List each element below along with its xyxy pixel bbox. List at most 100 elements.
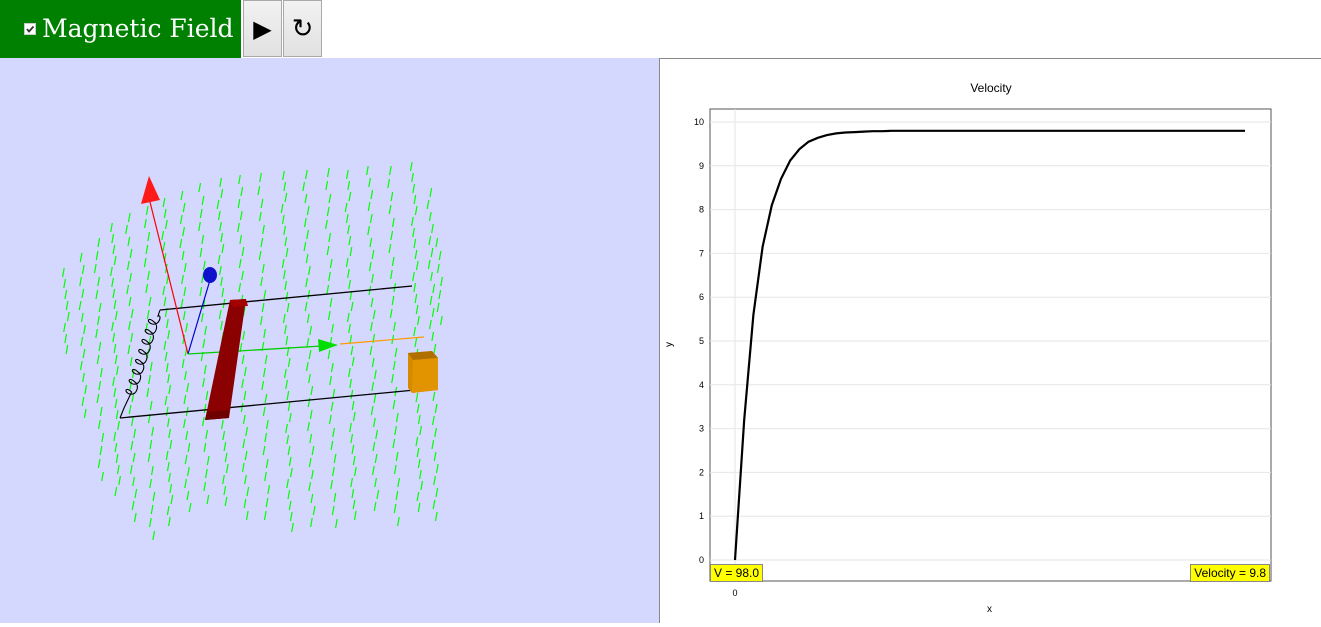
field-vector bbox=[310, 517, 313, 528]
field-vector bbox=[375, 429, 378, 440]
scene-3d-view[interactable] bbox=[0, 58, 659, 623]
field-vector bbox=[187, 466, 190, 477]
current-arrow-cone-icon bbox=[203, 267, 217, 283]
field-vector bbox=[112, 244, 116, 255]
field-vector bbox=[371, 273, 374, 284]
field-vector bbox=[165, 362, 169, 373]
field-vector bbox=[206, 494, 210, 505]
field-vector bbox=[224, 452, 228, 463]
field-vector bbox=[167, 373, 170, 384]
y-tick-label-9: 9 bbox=[699, 161, 704, 171]
field-vector bbox=[335, 518, 338, 529]
field-vector bbox=[81, 288, 85, 299]
field-vector bbox=[347, 180, 351, 191]
field-vector bbox=[146, 387, 150, 398]
field-vector bbox=[168, 384, 172, 395]
field-vector bbox=[134, 488, 138, 499]
field-vector bbox=[166, 505, 170, 516]
y-tick-label-1: 1 bbox=[699, 511, 704, 521]
field-vector bbox=[114, 486, 118, 497]
field-vector bbox=[101, 471, 104, 482]
play-button[interactable]: ▶ bbox=[243, 0, 282, 57]
field-vector bbox=[431, 307, 435, 318]
field-vector bbox=[303, 241, 307, 252]
field-vector bbox=[83, 408, 87, 419]
field-vector bbox=[263, 289, 267, 300]
field-vector bbox=[95, 250, 99, 261]
field-vector bbox=[113, 343, 117, 354]
field-vector bbox=[237, 222, 240, 233]
field-vector bbox=[241, 354, 245, 365]
field-vector bbox=[419, 469, 422, 480]
field-vector bbox=[432, 283, 436, 294]
field-vector bbox=[397, 477, 400, 488]
field-vector bbox=[435, 487, 439, 498]
field-vector bbox=[414, 293, 418, 304]
field-vector bbox=[240, 186, 244, 197]
field-vector bbox=[351, 444, 355, 455]
field-vector bbox=[415, 260, 419, 271]
field-vector bbox=[436, 263, 440, 274]
field-vector bbox=[373, 417, 376, 428]
field-vector bbox=[127, 344, 131, 355]
field-vector bbox=[149, 361, 153, 372]
field-vector bbox=[281, 214, 285, 225]
field-vector bbox=[97, 237, 101, 248]
field-vector bbox=[240, 402, 244, 413]
field-vector bbox=[282, 313, 286, 324]
field-vector bbox=[304, 193, 308, 204]
velocity-vector-line bbox=[187, 345, 323, 355]
magnetic-field-vectors bbox=[62, 161, 443, 541]
field-vector bbox=[203, 403, 207, 414]
field-vector bbox=[169, 483, 173, 494]
field-vector bbox=[180, 298, 184, 309]
scene-canvas[interactable] bbox=[0, 58, 659, 623]
field-vector bbox=[181, 274, 184, 285]
field-vector bbox=[168, 428, 171, 439]
field-vector bbox=[431, 223, 434, 234]
field-vector bbox=[328, 414, 332, 425]
magnetic-field-toggle[interactable]: Magnetic Field bbox=[0, 0, 241, 58]
field-vector bbox=[350, 477, 353, 488]
field-vector bbox=[305, 277, 308, 288]
field-vector bbox=[95, 289, 99, 300]
field-vector bbox=[114, 310, 118, 321]
field-vector bbox=[306, 229, 309, 240]
field-vector bbox=[258, 250, 262, 261]
field-vector bbox=[245, 510, 249, 521]
field-vector bbox=[353, 510, 357, 521]
field-vector bbox=[372, 309, 376, 320]
field-vector bbox=[241, 462, 245, 473]
field-vector bbox=[306, 313, 310, 324]
field-vector bbox=[327, 310, 331, 321]
field-vector bbox=[205, 468, 208, 479]
field-vector bbox=[223, 441, 227, 452]
field-vector bbox=[83, 324, 86, 335]
field-vector bbox=[305, 253, 309, 264]
field-vector bbox=[434, 403, 438, 414]
field-vector bbox=[244, 366, 247, 377]
field-vector bbox=[238, 174, 241, 185]
field-vector bbox=[239, 234, 243, 245]
field-vector bbox=[307, 289, 311, 300]
field-vector bbox=[165, 219, 168, 230]
field-vector bbox=[202, 260, 206, 271]
field-vector bbox=[147, 231, 151, 242]
field-vector bbox=[242, 414, 246, 425]
reset-button[interactable]: ↻ bbox=[283, 0, 322, 57]
velocity-plot[interactable]: 0 1 2 3 4 5 6 7 8 9 10 0 bbox=[660, 59, 1320, 623]
magnetic-field-checkbox[interactable] bbox=[24, 23, 36, 35]
field-vector bbox=[167, 329, 170, 340]
field-vector bbox=[163, 340, 167, 351]
field-vector bbox=[261, 302, 265, 313]
sliding-rod[interactable] bbox=[205, 299, 246, 420]
field-vector bbox=[390, 191, 394, 202]
field-vector bbox=[149, 478, 152, 489]
field-vector bbox=[417, 502, 421, 513]
field-vector bbox=[348, 235, 352, 246]
field-vector bbox=[99, 445, 103, 456]
field-vector bbox=[371, 381, 375, 392]
field-vector bbox=[302, 181, 306, 192]
field-vector bbox=[284, 236, 288, 247]
field-vector bbox=[245, 426, 248, 437]
